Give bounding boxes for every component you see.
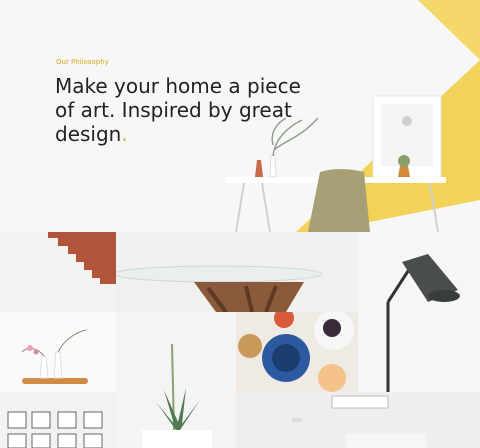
- staircase-image: [48, 232, 116, 284]
- small-vase: [255, 160, 263, 177]
- vases-image: [21, 329, 88, 384]
- gallery-tile-bowls[interactable]: [236, 312, 358, 392]
- gallery-tile-desk-lamp[interactable]: [358, 232, 480, 392]
- succulent-image: [142, 343, 212, 448]
- gallery-tile-succulent[interactable]: [116, 312, 236, 448]
- gallery-grid: [0, 232, 480, 448]
- hero-headline-dot: .: [121, 122, 128, 146]
- gallery-tile-vases[interactable]: [0, 312, 116, 392]
- gallery-tile-frames[interactable]: [0, 392, 116, 448]
- bowls-image: [238, 312, 354, 392]
- hero-headline: Make your home a piece of art. Inspired …: [55, 74, 305, 146]
- gallery-tile-glass-table[interactable]: [116, 232, 358, 312]
- hero-headline-text: Make your home a piece of art. Inspired …: [55, 74, 301, 146]
- tall-vase: [269, 154, 277, 178]
- desk-leg-left-2: [261, 182, 271, 232]
- gallery-tile-staircase[interactable]: [0, 232, 116, 312]
- picture-circle: [402, 116, 412, 126]
- frames-image: [7, 411, 103, 448]
- section-eyebrow: Our Philosophy: [56, 58, 109, 66]
- desk-leg-left: [235, 182, 245, 232]
- shelf-image: [292, 395, 426, 448]
- hero-yellow-stripe-top: [418, 0, 480, 60]
- potted-plant-leaves: [398, 155, 410, 167]
- gallery-tile-shelf[interactable]: [236, 392, 480, 448]
- glass-table-image: [116, 265, 323, 312]
- potted-plant-pot: [398, 166, 410, 177]
- hero-section: Our Philosophy Make your home a piece of…: [0, 0, 480, 232]
- desk-lamp-image: [386, 254, 460, 392]
